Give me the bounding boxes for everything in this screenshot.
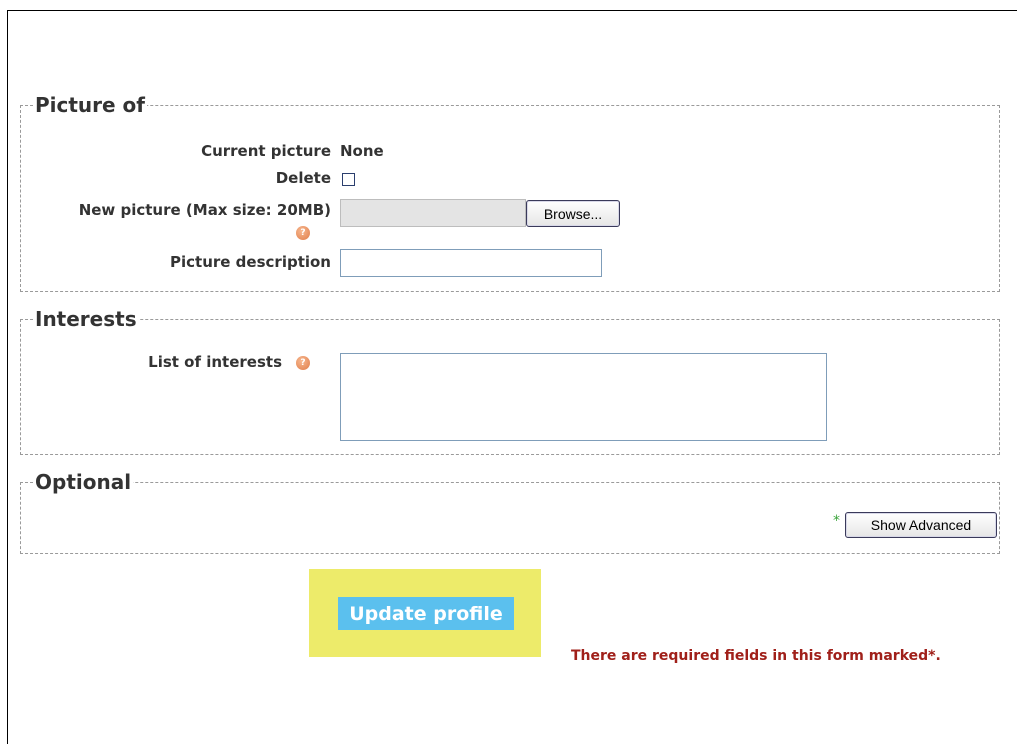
show-advanced-button[interactable]: Show Advanced	[845, 512, 997, 538]
new-picture-file-field[interactable]	[340, 199, 526, 227]
interests-section-legend: Interests	[35, 307, 137, 331]
required-fields-note: There are required fields in this form m…	[571, 648, 941, 664]
picture-section-legend: Picture of	[35, 93, 145, 117]
new-picture-label: New picture (Max size: 20MB)	[78, 201, 331, 219]
list-of-interests-label: List of interests	[148, 353, 282, 371]
picture-description-input[interactable]	[340, 249, 602, 277]
delete-checkbox[interactable]	[342, 173, 355, 186]
optional-section-legend: Optional	[35, 470, 132, 494]
picture-description-label: Picture description	[170, 253, 331, 271]
new-picture-help-icon[interactable]: ?	[296, 226, 310, 240]
list-of-interests-textarea[interactable]	[340, 353, 827, 441]
browse-button[interactable]: Browse...	[526, 200, 620, 227]
update-profile-button[interactable]: Update profile	[338, 597, 514, 630]
delete-label: Delete	[275, 169, 331, 187]
interests-help-icon[interactable]: ?	[296, 356, 310, 370]
current-picture-value: None	[340, 142, 384, 160]
required-star: *	[833, 513, 840, 529]
current-picture-label: Current picture	[201, 142, 331, 160]
